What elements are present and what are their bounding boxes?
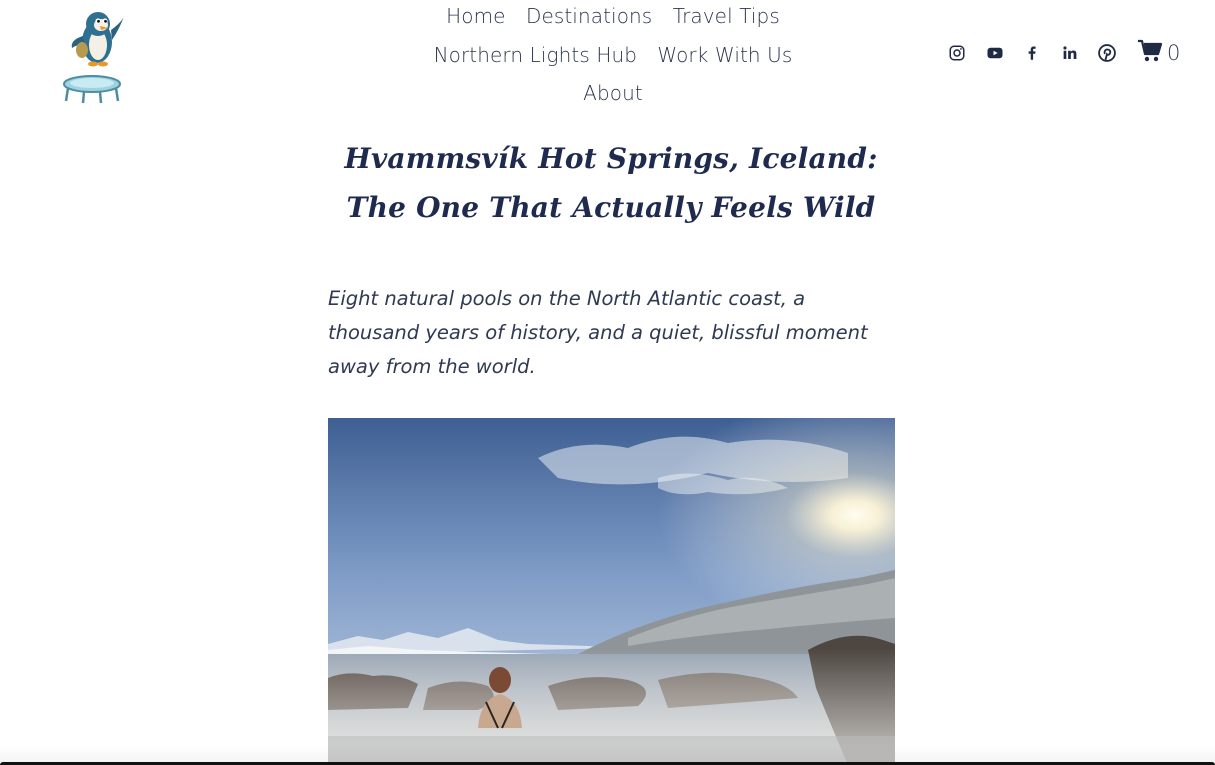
nav-row-3: About [420,77,806,116]
social-links [944,40,1132,66]
instagram-icon[interactable] [944,40,970,66]
page: Home Destinations Travel Tips Northern L… [0,0,1215,765]
pinterest-icon[interactable] [1094,40,1120,66]
linkedin-icon[interactable] [1057,40,1083,66]
nav-item-work-with-us[interactable]: Work With Us [657,39,792,71]
article-title: Hvammsvík Hot Springs, Iceland: The One … [344,142,878,224]
nav-row-2: Northern Lights Hub Work With Us [420,39,806,78]
nav-item-northern-lights-hub[interactable]: Northern Lights Hub [434,39,637,71]
main-nav: Home Destinations Travel Tips Northern L… [420,0,806,116]
article-subtitle: Eight natural pools on the North Atlanti… [328,287,868,378]
nav-item-home[interactable]: Home [446,0,505,32]
cart-icon [1137,39,1163,67]
nav-item-travel-tips[interactable]: Travel Tips [673,0,780,32]
nav-item-about[interactable]: About [583,77,643,109]
facebook-icon[interactable] [1019,40,1045,66]
woman-in-hot-spring-fjord-photo [328,418,895,765]
nav-row-1: Home Destinations Travel Tips [420,0,806,39]
youtube-icon[interactable] [982,40,1008,66]
cart-button[interactable]: 0 [1137,38,1180,68]
hero-image [328,418,895,765]
cart-count: 0 [1167,41,1181,65]
penguin-trampoline-logo [63,12,124,104]
site-logo[interactable] [60,8,130,104]
nav-item-destinations[interactable]: Destinations [526,0,652,32]
